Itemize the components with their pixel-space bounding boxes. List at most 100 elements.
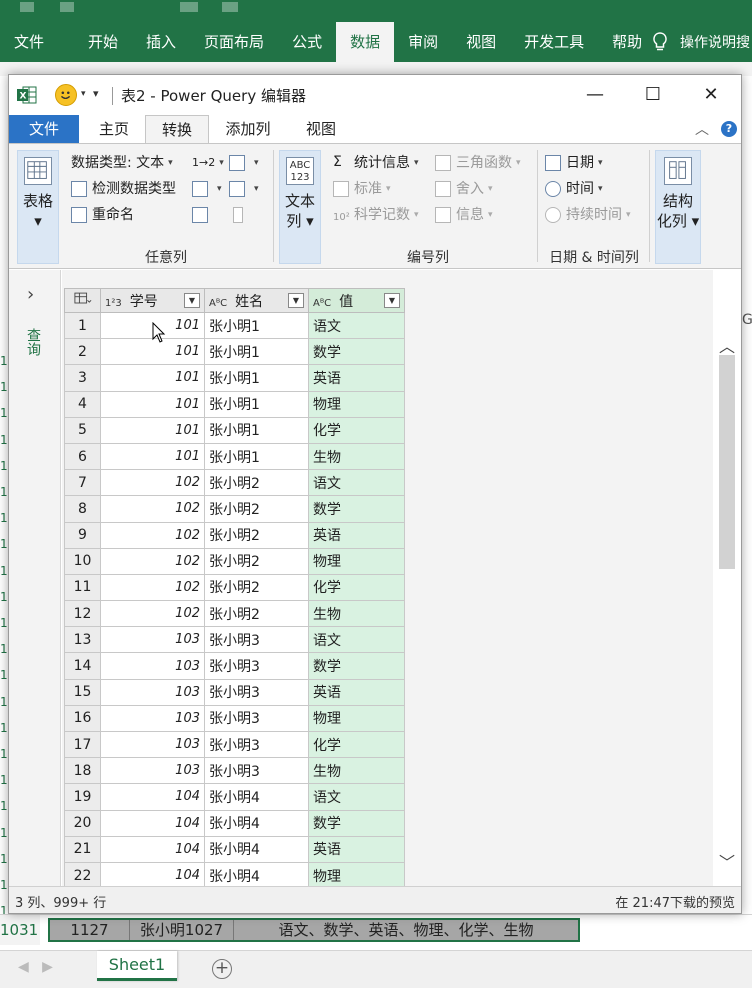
maximize-button[interactable]: ☐ <box>633 81 673 109</box>
cell-name[interactable]: 张小明4 <box>204 835 309 863</box>
excel-tab[interactable]: 视图 <box>452 22 510 62</box>
cell-name[interactable]: 张小明2 <box>204 547 309 575</box>
cell-id[interactable]: 103 <box>100 626 205 654</box>
row-number[interactable]: 1031 <box>0 915 40 945</box>
column-header-g[interactable]: G <box>742 312 752 328</box>
cell-id[interactable]: 103 <box>100 757 205 785</box>
cell-name[interactable]: 张小明3 <box>204 704 309 733</box>
trigonometry-dropdown[interactable]: 三角函数 ▾ <box>435 152 521 174</box>
excel-tab[interactable]: 审阅 <box>394 22 452 62</box>
table-button[interactable]: 表格 ▾ <box>17 150 59 264</box>
cell-name[interactable]: 张小明3 <box>204 652 309 680</box>
cell-value[interactable]: 英语 <box>308 521 405 549</box>
cell-id[interactable]: 1127 <box>50 920 130 940</box>
rounding-dropdown[interactable]: 舍入 ▾ <box>435 178 493 200</box>
cell-value[interactable]: 数学 <box>308 652 405 680</box>
table-row[interactable]: 1 101 张小明1 语文 <box>64 311 405 340</box>
cell-name[interactable]: 张小明2 <box>204 521 309 549</box>
cell-value[interactable]: 数学 <box>308 338 405 366</box>
cell-value[interactable]: 数学 <box>308 495 405 523</box>
cell-id[interactable]: 102 <box>100 600 205 628</box>
table-row[interactable]: 12 102 张小明2 生物 <box>64 600 405 628</box>
cell-name[interactable]: 张小明3 <box>204 730 309 759</box>
cell-value[interactable]: 生物 <box>308 600 405 628</box>
tab-home[interactable]: 主页 <box>83 115 145 143</box>
row-number[interactable]: 16 <box>64 704 101 733</box>
tab-view[interactable]: 视图 <box>291 115 351 143</box>
add-sheet-icon[interactable]: + <box>212 959 232 979</box>
sheet-nav-arrows-icon[interactable]: ◀ ▶ <box>18 959 53 975</box>
table-row[interactable]: 4 101 张小明1 物理 <box>64 390 405 418</box>
cell-value[interactable]: 语文 <box>308 626 405 654</box>
table-row[interactable]: 13 103 张小明3 语文 <box>64 626 405 654</box>
row-number[interactable]: 5 <box>64 416 101 444</box>
cell-id[interactable]: 102 <box>100 547 205 575</box>
table-row[interactable]: 11 102 张小明2 化学 <box>64 573 405 602</box>
cell-id[interactable]: 103 <box>100 730 205 759</box>
cell-id[interactable]: 103 <box>100 704 205 733</box>
cell-name[interactable]: 张小明4 <box>204 809 309 837</box>
excel-tab[interactable]: 插入 <box>132 22 190 62</box>
scrollbar-thumb[interactable] <box>719 355 735 569</box>
quick-access-customize-icon[interactable]: ▾ <box>93 87 99 100</box>
column-header-value[interactable]: AᴮC 值 ▼ <box>308 288 405 313</box>
cell-value[interactable]: 化学 <box>308 416 405 444</box>
cell-name[interactable]: 张小明2 <box>204 469 309 497</box>
cell-id[interactable]: 104 <box>100 861 205 886</box>
cell-value[interactable]: 语文 <box>308 311 405 340</box>
cell-value[interactable]: 英语 <box>308 364 405 392</box>
row-number[interactable]: 4 <box>64 390 101 418</box>
table-menu-button[interactable] <box>64 288 101 313</box>
cell-name[interactable]: 张小明2 <box>204 600 309 628</box>
table-row[interactable]: 21 104 张小明4 英语 <box>64 835 405 863</box>
table-row[interactable]: 7 102 张小明2 语文 <box>64 469 405 497</box>
cell-name[interactable]: 张小明1 <box>204 416 309 444</box>
table-row[interactable]: 18 103 张小明3 生物 <box>64 757 405 785</box>
cell-id[interactable]: 101 <box>100 364 205 392</box>
vertical-scrollbar[interactable]: ︿ ﹀ <box>715 315 737 885</box>
cell-id[interactable]: 102 <box>100 469 205 497</box>
row-number[interactable]: 8 <box>64 495 101 523</box>
cell-id[interactable]: 103 <box>100 652 205 680</box>
feedback-dropdown-icon[interactable]: ▾ <box>81 89 86 99</box>
row-number[interactable]: 13 <box>64 626 101 654</box>
scroll-up-icon[interactable]: ︿ <box>719 333 735 357</box>
table-row[interactable]: 17 103 张小明3 化学 <box>64 730 405 759</box>
table-row[interactable]: 19 104 张小明4 语文 <box>64 783 405 811</box>
time-dropdown[interactable]: 时间 ▾ <box>545 178 603 200</box>
text-type-icon[interactable]: AᴮC <box>313 298 331 309</box>
scroll-down-icon[interactable]: ﹀ <box>719 849 735 873</box>
table-row[interactable]: 9 102 张小明2 英语 <box>64 521 405 549</box>
fill-down-button[interactable]: ▾ <box>192 178 222 200</box>
cell-id[interactable]: 101 <box>100 416 205 444</box>
row-number[interactable]: 11 <box>64 573 101 602</box>
row-number[interactable]: 1 <box>64 311 101 340</box>
standard-dropdown[interactable]: 标准 ▾ <box>333 178 391 200</box>
statistics-dropdown[interactable]: Σ 统计信息 ▾ <box>333 152 419 174</box>
cell-value[interactable]: 物理 <box>308 547 405 575</box>
row-number[interactable]: 10 <box>64 547 101 575</box>
tell-me-search[interactable]: 操作说明搜 <box>652 22 750 62</box>
tab-add-column[interactable]: 添加列 <box>215 115 281 143</box>
table-row[interactable]: 6 101 张小明1 生物 <box>64 442 405 471</box>
fill-button[interactable]: ▾ <box>229 152 259 174</box>
structured-column-button[interactable]: 结构 化列 ▾ <box>655 150 701 264</box>
row-number[interactable]: 9 <box>64 521 101 549</box>
filter-dropdown-icon[interactable]: ▼ <box>184 293 200 308</box>
tab-transform[interactable]: 转换 <box>145 115 209 144</box>
excel-tab[interactable]: 帮助 <box>598 22 656 62</box>
row-number[interactable]: 14 <box>64 652 101 680</box>
cell-value[interactable]: 英语 <box>308 678 405 706</box>
cell-name[interactable]: 张小明3 <box>204 626 309 654</box>
table-row[interactable]: 14 103 张小明3 数学 <box>64 652 405 680</box>
excel-tab[interactable]: 开始 <box>74 22 132 62</box>
information-dropdown[interactable]: 信息 ▾ <box>435 204 493 226</box>
filter-dropdown-icon[interactable]: ▼ <box>288 293 304 308</box>
column-header-name[interactable]: AᴮC 姓名 ▼ <box>204 288 309 313</box>
cell-value[interactable]: 数学 <box>308 809 405 837</box>
cell-name[interactable]: 张小明1 <box>204 311 309 340</box>
excel-tab[interactable]: 公式 <box>278 22 336 62</box>
cell-id[interactable]: 103 <box>100 678 205 706</box>
excel-tab[interactable]: 开发工具 <box>510 22 598 62</box>
table-row[interactable]: 22 104 张小明4 物理 <box>64 861 405 886</box>
